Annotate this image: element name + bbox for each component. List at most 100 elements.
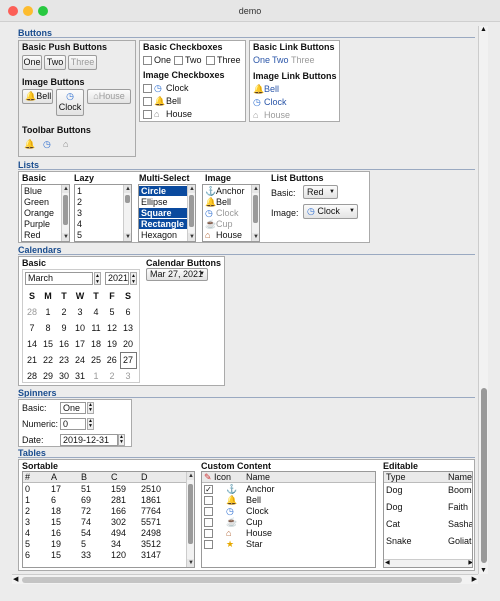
three-button[interactable]: Three <box>68 55 97 70</box>
toolbar-house-icon[interactable]: ⌂ <box>63 139 68 149</box>
basic-list[interactable]: Blue Green Orange Purple Red ▲ ▼ <box>21 184 70 242</box>
scroll-up-icon[interactable]: ▲ <box>124 185 131 193</box>
calendar-button[interactable]: Mar 27, 2021 ▼ <box>146 268 208 281</box>
scrollbar[interactable]: ▲ ▼ <box>187 185 195 241</box>
list-item[interactable]: 5 <box>77 230 82 240</box>
list-item[interactable]: Blue <box>24 186 42 196</box>
table-cell[interactable]: Cat <box>386 519 400 529</box>
calendar-day[interactable]: 2 <box>56 304 72 320</box>
checkbox-clock[interactable] <box>143 84 152 93</box>
list-item[interactable]: Clock <box>216 208 239 218</box>
calendar-day[interactable]: 1 <box>40 304 56 320</box>
calendar-day[interactable]: 3 <box>72 304 88 320</box>
scrollbar[interactable]: ▲ ▼ <box>186 472 194 567</box>
multi-select-list[interactable]: Circle Ellipse Square Rectangle Hexagon … <box>138 184 196 242</box>
calendar-day[interactable]: 11 <box>88 320 104 336</box>
numeric-spinner-field[interactable]: 0 <box>60 418 86 430</box>
table-cell[interactable]: Dog <box>386 502 403 512</box>
list-item[interactable]: Anchor <box>216 186 245 196</box>
link-three[interactable]: Three <box>291 55 315 65</box>
scroll-left-icon[interactable]: ◀ <box>13 575 18 583</box>
calendar-day[interactable]: 3 <box>120 368 136 384</box>
calendar-day[interactable]: 15 <box>40 336 56 352</box>
column-header[interactable]: Name <box>246 472 270 482</box>
list-item[interactable]: 3 <box>77 208 82 218</box>
row-checkbox-checked[interactable]: ✓ <box>204 485 213 494</box>
column-header[interactable]: Type <box>386 472 406 482</box>
year-field[interactable]: 2021 <box>105 272 129 285</box>
scroll-down-icon[interactable]: ▼ <box>187 559 194 567</box>
toolbar-clock-icon[interactable]: ◷ <box>43 139 51 149</box>
minimize-icon[interactable] <box>23 6 33 16</box>
one-button[interactable]: One <box>22 55 42 70</box>
date-spinner-field[interactable]: 2019-12-31 <box>60 434 118 446</box>
link-bell[interactable]: Bell <box>264 84 279 94</box>
calendar-day[interactable]: 28 <box>24 368 40 384</box>
column-header[interactable]: Name <box>448 472 472 482</box>
house-button[interactable]: ⌂House <box>87 89 131 104</box>
link-two[interactable]: Two <box>272 55 289 65</box>
scroll-right-icon[interactable]: ▶ <box>468 559 472 566</box>
two-button[interactable]: Two <box>44 55 66 70</box>
list-item[interactable]: Green <box>24 197 49 207</box>
calendar-day[interactable]: 29 <box>40 368 56 384</box>
year-stepper[interactable]: ▲ ▼ <box>130 272 137 285</box>
calendar-day[interactable]: 7 <box>24 320 40 336</box>
scroll-left-icon[interactable]: ◀ <box>385 559 390 566</box>
scroll-down-icon[interactable]: ▼ <box>124 233 131 241</box>
scrollbar[interactable]: ▲ ▼ <box>123 185 131 241</box>
editable-table[interactable]: Type Name Dog Boomer Dog Faith Cat Sasha Sn… <box>383 471 473 568</box>
calendar-day[interactable]: 8 <box>40 320 56 336</box>
scroll-up-icon[interactable]: ▲ <box>187 472 194 480</box>
checkbox-three[interactable] <box>206 56 215 65</box>
calendar-day[interactable]: 20 <box>120 336 136 352</box>
scroll-down-icon[interactable]: ▼ <box>188 233 195 241</box>
maximize-icon[interactable] <box>38 6 48 16</box>
column-header[interactable]: # <box>25 472 30 482</box>
calendar-day[interactable]: 2 <box>104 368 120 384</box>
sortable-table[interactable]: # A B C D 0 17 51 159 2510 1 6 69 281 1861 2 18 72… <box>22 471 195 568</box>
calendar-day[interactable]: 13 <box>120 320 136 336</box>
list-item[interactable]: 2 <box>77 197 82 207</box>
numeric-spinner-stepper[interactable]: ▲ ▼ <box>87 418 94 430</box>
calendar-day[interactable]: 1 <box>88 368 104 384</box>
scroll-up-icon[interactable]: ▲ <box>62 185 69 193</box>
column-header[interactable]: D <box>141 472 148 482</box>
horizontal-scrollbar[interactable]: ◀ ▶ <box>384 559 472 567</box>
calendar-day[interactable]: 16 <box>56 336 72 352</box>
checkbox-house[interactable] <box>143 110 152 119</box>
scroll-thumb[interactable] <box>63 195 68 225</box>
column-header[interactable]: C <box>111 472 118 482</box>
calendar-day[interactable]: 14 <box>24 336 40 352</box>
calendar-day[interactable]: 23 <box>56 352 72 368</box>
calendar-day[interactable]: 26 <box>104 352 120 368</box>
calendar-day[interactable]: 19 <box>104 336 120 352</box>
list-item[interactable]: 4 <box>77 219 82 229</box>
list-item-selected[interactable]: Circle <box>139 186 188 196</box>
scroll-right-icon[interactable]: ▶ <box>472 575 477 583</box>
date-spinner-stepper[interactable]: ▲ ▼ <box>118 434 125 446</box>
calendar-day[interactable]: 22 <box>40 352 56 368</box>
scroll-thumb[interactable] <box>481 388 487 563</box>
scroll-thumb[interactable] <box>253 195 258 223</box>
scroll-up-icon[interactable]: ▲ <box>188 185 195 193</box>
month-stepper[interactable]: ▲ ▼ <box>94 272 101 285</box>
page-vertical-scrollbar[interactable]: ▲ ▼ <box>478 26 488 574</box>
list-item[interactable]: Ellipse <box>141 197 168 207</box>
scroll-up-icon[interactable]: ▲ <box>480 26 487 33</box>
calendar-day[interactable]: 6 <box>120 304 136 320</box>
calendar-day[interactable]: 24 <box>72 352 88 368</box>
calendar-day[interactable]: 18 <box>88 336 104 352</box>
calendar-day[interactable]: 5 <box>104 304 120 320</box>
row-checkbox[interactable] <box>204 496 213 505</box>
link-clock[interactable]: Clock <box>264 97 287 107</box>
table-cell[interactable]: Sasha <box>448 519 472 529</box>
image-list[interactable]: ⚓ Anchor 🔔 Bell ◷ Clock ☕ Cup ⌂ House ▲ ▼ <box>202 184 260 242</box>
link-one[interactable]: One <box>253 55 270 65</box>
scroll-down-icon[interactable]: ▼ <box>62 233 69 241</box>
list-item-selected[interactable]: Rectangle <box>139 219 188 229</box>
list-item[interactable]: Hexagon <box>141 230 177 240</box>
table-cell[interactable]: Goliath <box>448 536 472 546</box>
calendar-day[interactable]: 31 <box>72 368 88 384</box>
column-header[interactable]: B <box>81 472 87 482</box>
